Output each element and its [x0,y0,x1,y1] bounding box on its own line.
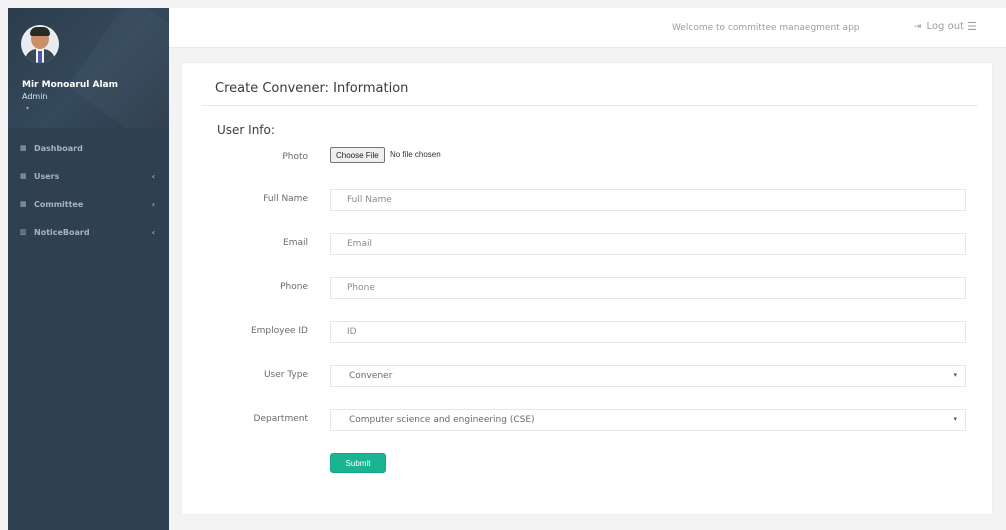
profile-header: Mir Monoarul Alam Admin ▾ [8,8,169,128]
sidebar-item-label: Users [34,171,60,181]
user-type-row: User Type Convener ▾ [182,365,994,387]
bar-chart-icon: ▥ [20,228,27,236]
sidebar-item-label: Dashboard [34,143,83,153]
sidebar-item-users[interactable]: ▦ Users ‹ [8,162,169,190]
top-navbar: Welcome to committee manaegment app ⇥ Lo… [169,8,1006,48]
department-select[interactable]: Computer science and engineering (CSE) ▾ [330,409,966,431]
sidebar-item-committee[interactable]: ▦ Committee ‹ [8,190,169,218]
department-label: Department [253,414,308,424]
user-type-select[interactable]: Convener ▾ [330,365,966,387]
chevron-left-icon: ‹ [151,199,155,209]
chevron-left-icon: ‹ [151,227,155,237]
email-label: Email [283,238,308,248]
employee-id-input[interactable] [330,321,966,343]
profile-name[interactable]: Mir Monoarul Alam [22,80,118,90]
phone-label: Phone [280,282,308,292]
panel-divider [202,105,978,106]
user-type-label: User Type [263,370,308,380]
caret-down-icon: ▾ [953,371,957,379]
create-convener-panel: Create Convener: Information User Info: … [181,62,993,515]
department-row: Department Computer science and engineer… [182,409,994,431]
sidebar-item-noticeboard[interactable]: ▥ NoticeBoard ‹ [8,218,169,246]
full-name-row: Full Name [182,189,994,211]
phone-input[interactable] [330,277,966,299]
avatar[interactable] [21,25,59,63]
th-large-icon: ▦ [20,200,27,208]
email-row: Email [182,233,994,255]
department-value: Computer science and engineering (CSE) [349,415,535,425]
sidebar-item-dashboard[interactable]: ▦ Dashboard [8,134,169,162]
avatar-hair [30,27,50,36]
panel-title: Create Convener: Information [215,81,409,96]
section-title: User Info: [217,123,275,137]
user-type-value: Convener [349,371,393,381]
photo-label: Photo [282,152,308,162]
chevron-left-icon: ‹ [151,171,155,181]
menu-icon[interactable]: ☰ [967,20,977,33]
phone-row: Phone [182,277,994,299]
profile-role: Admin [22,92,48,101]
employee-id-row: Employee ID [182,321,994,343]
profile-dropdown-caret-icon[interactable]: ▾ [26,105,29,112]
sidebar: Mir Monoarul Alam Admin ▾ ▦ Dashboard ▦ … [8,8,169,530]
full-name-input[interactable] [330,189,966,211]
email-input[interactable] [330,233,966,255]
file-status: No file chosen [390,150,441,159]
choose-file-button[interactable]: Choose File [330,147,385,163]
submit-button[interactable]: Submit [330,453,386,473]
logout-label: Log out [926,21,964,32]
sign-out-icon: ⇥ [914,21,922,32]
welcome-message: Welcome to committee manaegment app [672,23,860,33]
avatar-tie [38,51,42,63]
full-name-label: Full Name [263,194,308,204]
employee-id-label: Employee ID [250,326,308,336]
th-large-icon: ▦ [20,172,27,180]
sidebar-nav: ▦ Dashboard ▦ Users ‹ ▦ Committee ‹ ▥ No… [8,134,169,246]
caret-down-icon: ▾ [953,415,957,423]
logout-link[interactable]: ⇥ Log out [914,21,964,32]
th-large-icon: ▦ [20,144,27,152]
photo-row: Photo Choose File No file chosen [182,147,994,169]
sidebar-item-label: Committee [34,199,84,209]
sidebar-item-label: NoticeBoard [34,227,90,237]
